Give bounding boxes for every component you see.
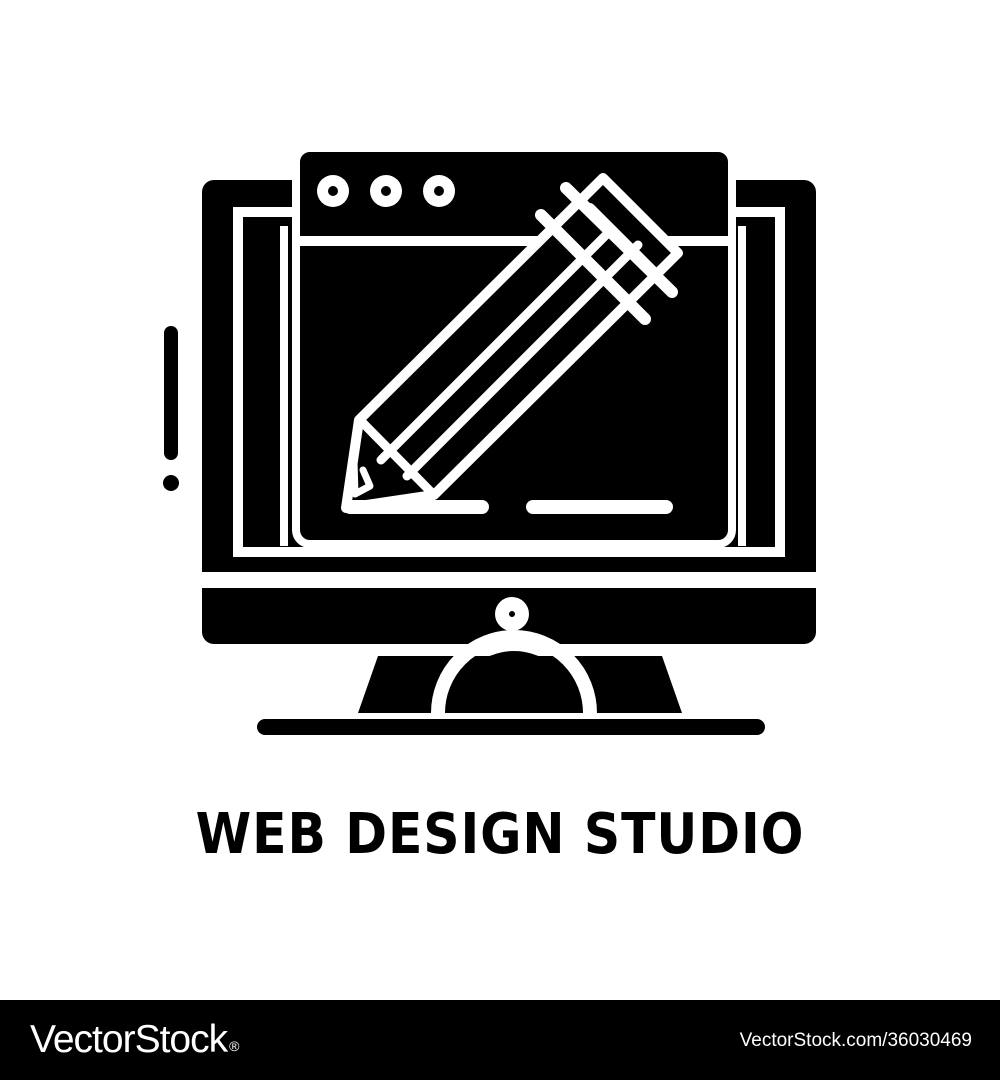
- artboard: WEB DESIGN STUDIO: [0, 0, 1000, 1000]
- exclamation-dot: [163, 475, 179, 491]
- exclamation-bar: [164, 326, 178, 460]
- monitor-bezel-line: [202, 572, 816, 588]
- registered-mark: ®: [229, 1038, 239, 1054]
- brand-logo: VectorStock ®: [30, 1014, 239, 1066]
- footer-bar: VectorStock ® VectorStock.com/36030469: [0, 1000, 1000, 1080]
- image-id-label: VectorStock.com/36030469: [739, 1030, 972, 1051]
- monitor-base: [257, 719, 765, 735]
- caption-title: WEB DESIGN STUDIO: [195, 802, 805, 867]
- brand-name: VectorStock: [30, 1018, 228, 1061]
